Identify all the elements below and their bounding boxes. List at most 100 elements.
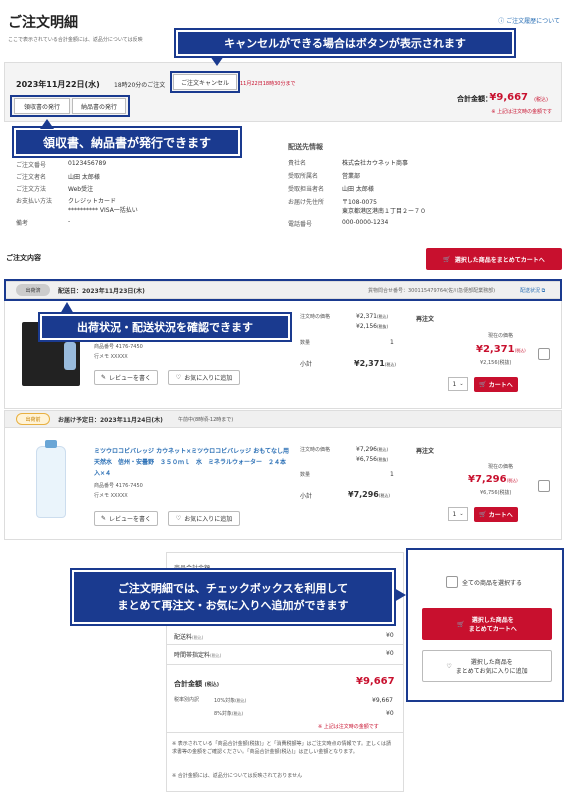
cancel-deadline: 11月22日18時30分まで xyxy=(240,81,296,87)
rate8-label: 8%対象(税込) xyxy=(214,710,243,717)
line-memo: 行メモ XXXXX xyxy=(94,354,128,360)
current-price-notax: ¥2,156(税抜) xyxy=(480,359,511,366)
callout-checkbox-arrow xyxy=(394,588,406,602)
qty-value: 1 xyxy=(390,339,394,346)
cart-icon: 🛒 xyxy=(479,381,487,388)
total-note: ※ 上記は注文時の金額です xyxy=(491,109,552,115)
current-price-label: 現在の価格 xyxy=(488,333,514,339)
delivery-info-value: 〒108-0075 xyxy=(342,199,377,206)
price-tax-value: ¥2,371 xyxy=(356,313,377,320)
tax-in-label: (税込) xyxy=(231,711,244,716)
current-price-amount: ¥7,296 xyxy=(468,474,507,485)
tax-in-label: (税込) xyxy=(384,362,396,367)
order-info-value: Web受注 xyxy=(68,186,94,193)
tracking-link[interactable]: 配送状況 ⧉ xyxy=(520,287,545,294)
price-tax-out: ¥6,756(税抜) xyxy=(356,456,388,463)
current-price-amount: ¥2,371 xyxy=(476,344,515,355)
qty-label: 数量 xyxy=(300,340,311,346)
qty-label: 数量 xyxy=(300,472,311,478)
line-memo: 行メモ XXXXX xyxy=(94,493,128,499)
tax-breakdown-label: 税率別内訳 xyxy=(174,697,200,703)
bulk-cart-label: 選択した商品を まとめてカートへ xyxy=(468,617,517,633)
current-price-label: 現在の価格 xyxy=(488,464,514,470)
order-info-value: 山田 太郎様 xyxy=(68,174,100,181)
bulk-favorite-button[interactable]: ♡ 選択した商品を まとめてお気に入りに追加 xyxy=(422,650,552,682)
summary-total-value: ¥9,667 xyxy=(356,676,395,687)
bulk-cart-button[interactable]: 🛒 選択した商品を まとめてカートへ xyxy=(422,608,552,640)
add-selected-cart-label: 選択した商品をまとめてカートへ xyxy=(454,256,545,264)
delivery-time: 午前中(8時頃-12時まで) xyxy=(178,417,234,423)
tax-in-label: (税込) xyxy=(377,447,389,452)
shipping-label: 配送料(税込) xyxy=(174,632,203,641)
tax-in-label: (税込) xyxy=(192,635,204,640)
favorite-button[interactable]: ♡ お気に入りに追加 xyxy=(168,511,240,526)
delivery-info-label: 受取担当者名 xyxy=(288,186,325,193)
item-checkbox[interactable] xyxy=(538,480,550,492)
add-to-cart-button[interactable]: 🛒 カートへ xyxy=(474,507,518,522)
rate10-label-text: 10%対象 xyxy=(214,698,236,704)
qty-select-value: 1 xyxy=(452,510,457,518)
qty-value: 1 xyxy=(390,471,394,478)
order-info-label: ご注文番号 xyxy=(16,162,47,169)
tracking-link-label: 配送状況 xyxy=(520,288,541,294)
rate8-value: ¥0 xyxy=(386,710,394,717)
product-image xyxy=(36,446,66,518)
add-selected-cart-button[interactable]: 🛒 選択した商品をまとめてカートへ xyxy=(426,248,562,270)
divider xyxy=(166,732,404,733)
order-info-value: - xyxy=(68,218,71,225)
add-to-cart-button[interactable]: 🛒 カートへ xyxy=(474,377,518,392)
history-link[interactable]: ⓘ ご注文履歴について xyxy=(498,16,560,25)
price-tax-out: ¥2,156(税抜) xyxy=(356,323,388,330)
intro-note: ここで表示されている合計金額には、返品分については反映 xyxy=(8,37,143,43)
tax-in-label: (税込) xyxy=(210,653,222,658)
cart-label: カートへ xyxy=(488,382,513,389)
product-image-bottle xyxy=(64,342,76,370)
pencil-icon: ✎ xyxy=(100,374,106,381)
cancel-order-button[interactable]: ご注文キャンセル xyxy=(173,74,237,90)
product-code: 商品番号 4176-7450 xyxy=(94,483,143,489)
divider xyxy=(166,664,404,665)
delivery-info-value: 東京都港区港南１丁目２ー７０ xyxy=(342,208,427,215)
favorite-label: お気に入りに追加 xyxy=(184,375,233,382)
summary-total-label-text: 合計金額 xyxy=(174,680,202,688)
current-notax-amount: ¥2,156 xyxy=(480,360,498,366)
rate8-label-text: 8%対象 xyxy=(214,711,232,717)
order-info-label: 備考 xyxy=(16,220,29,227)
current-notax-amount: ¥6,756 xyxy=(480,490,498,496)
quantity-select[interactable]: 1 ⌄ xyxy=(448,377,468,391)
subtotal-value: ¥7,296(税込) xyxy=(348,490,390,499)
subtotal-value: ¥2,371(税込) xyxy=(354,359,396,368)
order-info-value: ********** VISA一括払い xyxy=(68,207,138,214)
heart-icon: ♡ xyxy=(175,515,182,522)
current-price: ¥7,296(税込) xyxy=(468,474,518,485)
timefee-label-text: 時間帯指定料 xyxy=(174,652,211,659)
cart-icon: 🛒 xyxy=(479,511,487,518)
receipt-button[interactable]: 領収書の発行 xyxy=(14,98,70,114)
delivery-note-button[interactable]: 納品書の発行 xyxy=(72,98,126,114)
product-name-link[interactable]: ミツウロコビバレッジ カウネット×ミツウロコビバレッジ おもてなし用天然水 信州… xyxy=(94,446,290,479)
total-tax: (税込) xyxy=(534,97,548,103)
rate10-label: 10%対象(税込) xyxy=(214,697,246,704)
order-info-value: クレジットカード xyxy=(68,198,117,205)
item-checkbox[interactable] xyxy=(538,348,550,360)
reorder-label: 再注文 xyxy=(416,316,435,323)
pencil-icon: ✎ xyxy=(100,515,106,522)
cart-label: カートへ xyxy=(488,512,513,519)
delivery-info-value: 営業部 xyxy=(342,173,361,180)
review-button[interactable]: ✎ レビューを書く xyxy=(94,370,158,385)
favorite-button[interactable]: ♡ お気に入りに追加 xyxy=(168,370,240,385)
order-info-label: ご注文方法 xyxy=(16,186,47,193)
chevron-down-icon: ⌄ xyxy=(459,381,464,387)
rate10-value: ¥9,667 xyxy=(372,697,393,704)
select-all-checkbox[interactable] xyxy=(446,576,458,588)
timefee-value: ¥0 xyxy=(386,650,394,657)
favorite-label: お気に入りに追加 xyxy=(184,516,233,523)
subtotal-label: 小計 xyxy=(300,493,313,500)
callout-checkbox: ご注文明細では、チェックボックスを利用して まとめて再注文・お気に入りへ追加がで… xyxy=(70,568,396,626)
shipping-label-text: 配送料 xyxy=(174,634,193,641)
quantity-select[interactable]: 1 ⌄ xyxy=(448,507,468,521)
order-info-label: お支払い方法 xyxy=(16,198,53,205)
review-button[interactable]: ✎ レビューを書く xyxy=(94,511,158,526)
current-price-notax: ¥6,756(税抜) xyxy=(480,489,511,496)
timefee-label: 時間帯指定料(税込) xyxy=(174,650,221,659)
